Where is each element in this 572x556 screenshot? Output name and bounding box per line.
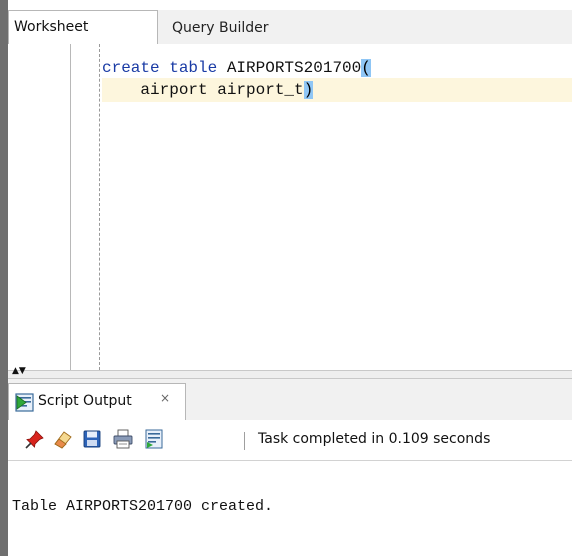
toolbar-separator bbox=[244, 432, 245, 450]
code-fold-guide bbox=[99, 44, 100, 370]
task-status-text: Task completed in 0.109 seconds bbox=[258, 431, 491, 447]
code-column-def: airport airport_t bbox=[102, 81, 304, 99]
script-output-area[interactable]: Table AIRPORTS201700 created. bbox=[8, 461, 572, 556]
code-line-2[interactable]: airport airport_t) bbox=[102, 78, 314, 102]
save-icon[interactable] bbox=[81, 428, 103, 450]
eraser-icon[interactable] bbox=[51, 428, 73, 450]
window-frame-edge bbox=[0, 0, 8, 556]
code-line-1[interactable]: create table AIRPORTS201700( bbox=[102, 56, 371, 80]
panel-splitter[interactable]: ▲▼ bbox=[8, 367, 572, 379]
matched-brace-open: ( bbox=[361, 59, 371, 77]
sql-editor[interactable]: create table AIRPORTS201700( airport air… bbox=[8, 44, 572, 370]
tab-query-builder[interactable]: Query Builder bbox=[172, 10, 269, 45]
script-output-label: Script Output bbox=[38, 393, 132, 409]
tab-script-output[interactable]: Script Output × bbox=[8, 383, 186, 420]
code-table-name: AIRPORTS201700 bbox=[217, 59, 362, 77]
output-result-text: Table AIRPORTS201700 created. bbox=[12, 498, 274, 515]
script-output-icon bbox=[15, 393, 34, 412]
output-toolbar: Task completed in 0.109 seconds bbox=[8, 420, 572, 461]
script-icon[interactable] bbox=[143, 428, 165, 450]
matched-brace-close: ) bbox=[303, 81, 314, 99]
sql-developer-panel: Worksheet Query Builder create table AIR… bbox=[0, 0, 572, 556]
pin-icon[interactable] bbox=[24, 428, 46, 450]
splitter-arrows-icon[interactable]: ▲▼ bbox=[12, 367, 26, 376]
tab-worksheet[interactable]: Worksheet bbox=[8, 10, 158, 45]
editor-tab-bar: Worksheet Query Builder bbox=[8, 10, 572, 45]
print-icon[interactable] bbox=[112, 428, 134, 450]
output-tab-bar: Script Output × bbox=[8, 379, 572, 421]
close-icon[interactable]: × bbox=[160, 391, 170, 405]
code-keyword: create table bbox=[102, 59, 218, 77]
line-number-gutter bbox=[70, 44, 71, 370]
